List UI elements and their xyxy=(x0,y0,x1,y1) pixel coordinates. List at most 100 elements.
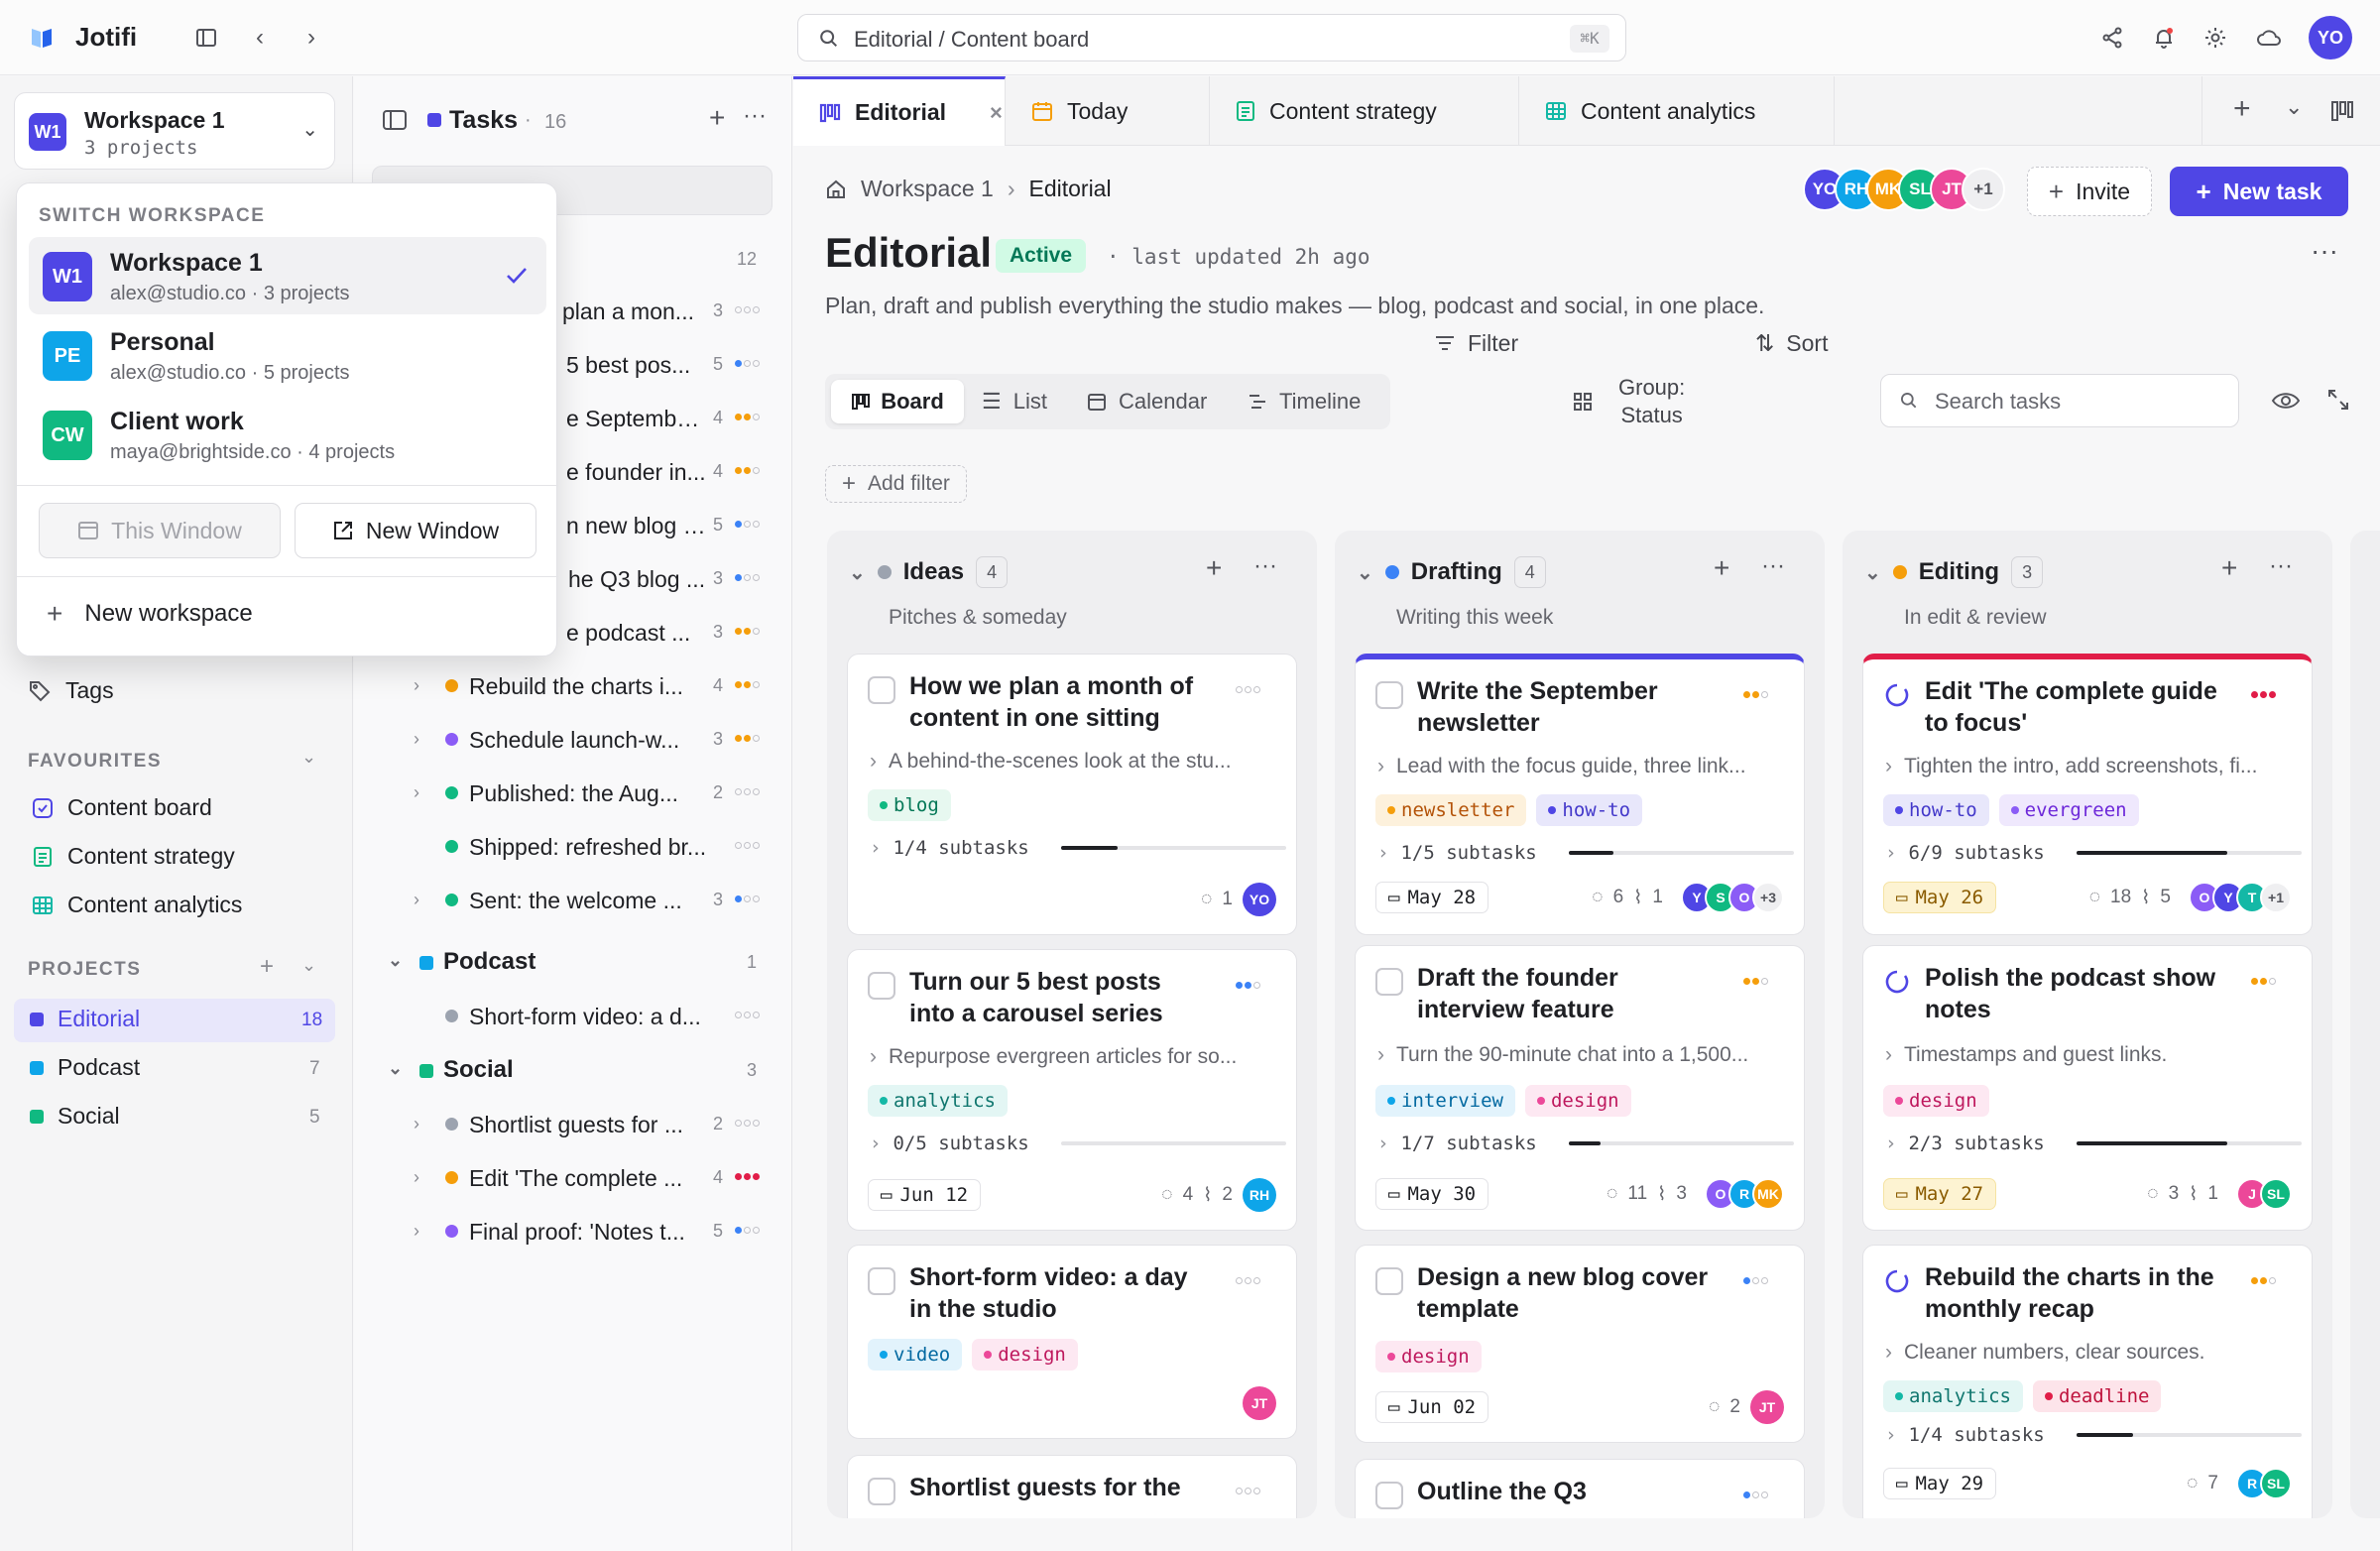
this-window-button[interactable]: This Window xyxy=(39,503,281,558)
panel-toggle-icon[interactable] xyxy=(382,108,408,132)
task-card[interactable]: How we plan a month of content in one si… xyxy=(847,654,1297,935)
collapse-chevron-icon[interactable]: ⌄ xyxy=(388,950,403,971)
in-progress-icon[interactable] xyxy=(1883,1267,1911,1295)
task-row[interactable]: Shipped: refreshed br... xyxy=(354,820,792,874)
task-card[interactable]: Write the September newsletter › Lead wit… xyxy=(1355,654,1805,935)
expand-chevron-icon[interactable]: › xyxy=(414,675,419,696)
favourite-content-analytics[interactable]: Content analytics xyxy=(32,892,242,918)
column-more-icon[interactable]: ··· xyxy=(1761,552,1785,580)
in-progress-icon[interactable] xyxy=(1883,681,1911,709)
add-project-icon[interactable]: + xyxy=(260,953,274,981)
project-social[interactable]: Social xyxy=(30,1103,120,1130)
task-card[interactable]: Rebuild the charts in the monthly recap … xyxy=(1862,1245,2313,1518)
subtasks-row[interactable]: › 0/5 subtasks xyxy=(870,1133,1286,1154)
share-icon[interactable] xyxy=(2096,22,2128,54)
invite-button[interactable]: + Invite xyxy=(2027,167,2152,216)
task-card[interactable]: Short-form video: a day in the studio vi… xyxy=(847,1245,1297,1439)
task-card[interactable]: Design a new blog cover template design … xyxy=(1355,1245,1805,1443)
subtasks-row[interactable]: › 6/9 subtasks xyxy=(1885,842,2302,864)
task-checkbox[interactable] xyxy=(868,1267,895,1295)
more-icon[interactable]: ··· xyxy=(2311,235,2338,267)
add-task-icon[interactable]: + xyxy=(709,102,725,134)
collapse-chevron-icon[interactable]: ⌄ xyxy=(1864,560,1881,585)
collapse-chevron-icon[interactable]: ⌄ xyxy=(388,1058,403,1079)
column-more-icon[interactable]: ··· xyxy=(2269,552,2293,580)
forward-icon[interactable]: › xyxy=(296,22,327,54)
visibility-eye-icon[interactable] xyxy=(2271,390,2301,412)
project-editorial[interactable]: Editorial xyxy=(30,1006,140,1032)
expand-chevron-icon[interactable]: › xyxy=(414,782,419,803)
settings-gear-icon[interactable] xyxy=(2200,22,2231,54)
task-row[interactable]: Short-form video: a d... xyxy=(354,990,792,1043)
expand-icon[interactable] xyxy=(2326,388,2350,412)
new-tab-icon[interactable]: + xyxy=(2233,92,2251,126)
member-avatars[interactable]: YO RH MK SL JT +1 xyxy=(1803,168,2005,211)
task-checkbox[interactable] xyxy=(1375,681,1403,709)
project-podcast[interactable]: Podcast xyxy=(30,1054,140,1081)
filter-button[interactable]: Filter xyxy=(1434,316,1518,370)
task-checkbox[interactable] xyxy=(1375,968,1403,996)
task-checkbox[interactable] xyxy=(868,1478,895,1505)
group-podcast[interactable]: ⌄ Podcast 1 xyxy=(354,936,792,990)
breadcrumb-home[interactable]: Workspace 1 xyxy=(861,176,994,202)
workspace-option-personal[interactable]: PE Personal alex@studio.co · 5 projects xyxy=(29,316,546,394)
collapse-chevron-icon[interactable]: ⌄ xyxy=(849,560,866,585)
expand-chevron-icon[interactable]: › xyxy=(414,890,419,910)
cloud-sync-icon[interactable] xyxy=(2253,22,2285,54)
task-row[interactable]: › Edit 'The complete ... 4 xyxy=(354,1151,792,1205)
add-card-icon[interactable]: + xyxy=(1714,552,1729,584)
view-calendar[interactable]: Calendar xyxy=(1087,380,1207,423)
global-search[interactable]: Editorial / Content board ⌘K xyxy=(797,14,1626,61)
new-workspace-button[interactable]: + New workspace xyxy=(47,598,253,630)
collapse-chevron-icon[interactable]: ⌄ xyxy=(1357,560,1373,585)
close-tab-icon[interactable]: × xyxy=(990,100,1003,126)
tab-content-strategy[interactable]: Content strategy xyxy=(1210,76,1519,146)
task-card[interactable]: Polish the podcast show notes › Timestamp… xyxy=(1862,945,2313,1231)
subtasks-row[interactable]: › 1/4 subtasks xyxy=(1885,1424,2302,1446)
task-checkbox[interactable] xyxy=(1375,1482,1403,1509)
workspace-option-client-work[interactable]: CW Client work maya@brightside.co · 4 pr… xyxy=(29,396,546,473)
favourite-content-board[interactable]: Content board xyxy=(32,794,212,821)
projects-collapse-icon[interactable]: ⌄ xyxy=(301,955,316,976)
tab-content-analytics[interactable]: Content analytics xyxy=(1519,76,1835,146)
task-checkbox[interactable] xyxy=(868,972,895,1000)
sidebar-tags[interactable]: Tags xyxy=(28,677,114,704)
tab-editorial[interactable]: Editorial × xyxy=(793,76,1006,146)
task-card[interactable]: Turn our 5 best posts into a carousel se… xyxy=(847,949,1297,1231)
task-row[interactable]: › Shortlist guests for ... 2 xyxy=(354,1098,792,1151)
task-row[interactable]: › Published: the Aug... 2 xyxy=(354,767,792,820)
task-checkbox[interactable] xyxy=(868,676,895,704)
task-card[interactable]: Shortlist guests for the xyxy=(847,1455,1297,1518)
task-card[interactable]: Edit 'The complete guide to focus' › Tigh… xyxy=(1862,654,2313,935)
add-card-icon[interactable]: + xyxy=(2221,552,2237,584)
user-avatar[interactable]: YO xyxy=(2309,16,2352,60)
subtasks-row[interactable]: › 1/5 subtasks xyxy=(1377,842,1794,864)
favourites-collapse-icon[interactable]: ⌄ xyxy=(301,747,316,768)
favourite-content-strategy[interactable]: Content strategy xyxy=(32,843,235,870)
search-tasks-input[interactable]: Search tasks xyxy=(1880,374,2239,427)
more-icon[interactable]: ··· xyxy=(743,102,767,130)
group-by-button[interactable]: Group: Status xyxy=(1573,374,1685,429)
task-checkbox[interactable] xyxy=(1375,1267,1403,1295)
view-board[interactable]: Board xyxy=(831,380,964,423)
task-row[interactable]: › Schedule launch-w... 3 xyxy=(354,713,792,767)
column-more-icon[interactable]: ··· xyxy=(1253,552,1277,580)
back-icon[interactable]: ‹ xyxy=(244,22,276,54)
expand-chevron-icon[interactable]: › xyxy=(414,1114,419,1134)
subtasks-row[interactable]: › 2/3 subtasks xyxy=(1885,1133,2302,1154)
tab-list-chevron-icon[interactable]: ⌄ xyxy=(2285,94,2303,120)
expand-chevron-icon[interactable]: › xyxy=(414,1221,419,1242)
task-row[interactable]: › Final proof: 'Notes t... 5 xyxy=(354,1205,792,1258)
view-timeline[interactable]: Timeline xyxy=(1248,380,1361,423)
sort-button[interactable]: ⇅ Sort xyxy=(1755,316,1828,370)
new-task-button[interactable]: + New task xyxy=(2170,167,2348,216)
in-progress-icon[interactable] xyxy=(1883,968,1911,996)
board-view-icon[interactable] xyxy=(2330,100,2354,122)
add-filter-button[interactable]: + Add filter xyxy=(825,465,967,503)
subtasks-row[interactable]: › 1/7 subtasks xyxy=(1377,1133,1794,1154)
add-card-icon[interactable]: + xyxy=(1206,552,1222,584)
task-row[interactable]: › Sent: the welcome ... 3 xyxy=(354,874,792,927)
sidebar-toggle-icon[interactable] xyxy=(190,22,222,54)
workspace-switcher[interactable]: W1 Workspace 1 3 projects ⌄ xyxy=(14,92,335,170)
tab-today[interactable]: Today xyxy=(1006,76,1210,146)
